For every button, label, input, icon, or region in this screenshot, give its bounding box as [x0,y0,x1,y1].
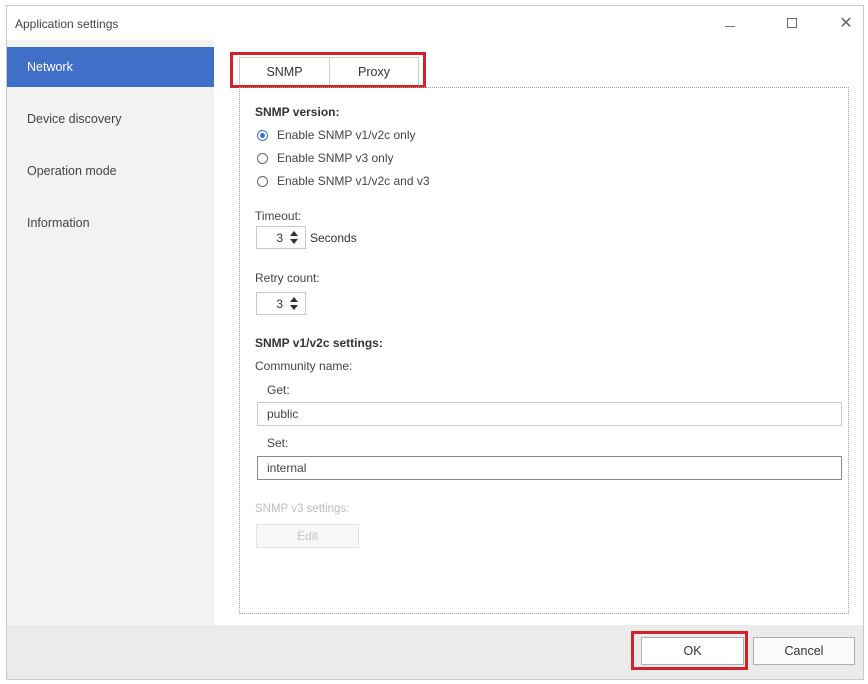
sidebar-item-information[interactable]: Information [7,203,214,243]
ok-highlight-box [631,631,748,670]
stepper-arrows-icon[interactable] [287,228,301,248]
radio-unchecked-icon [257,152,268,164]
timeout-value: 3 [276,230,283,245]
stepper-arrows-icon[interactable] [287,294,301,314]
sidebar-item-operation-mode[interactable]: Operation mode [7,151,214,191]
content-area: SNMP Proxy SNMP version: Enable SNMP v1/… [214,40,863,625]
timeout-stepper[interactable]: 3 [256,226,306,249]
radio-unchecked-icon [257,175,268,187]
radio-checked-icon [257,129,268,141]
radio-label: Enable SNMP v1/v2c and v3 [277,174,430,188]
window-title: Application settings [15,17,119,31]
set-label: Set: [267,436,289,450]
minimize-button[interactable] [717,12,743,34]
radio-snmp-v1v2c-and-v3[interactable]: Enable SNMP v1/v2c and v3 [257,174,430,188]
minimize-icon [725,25,735,27]
sidebar: Network Device discovery Operation mode … [7,40,214,625]
sidebar-item-device-discovery[interactable]: Device discovery [7,99,214,139]
timeout-unit: Seconds [310,231,357,245]
close-button[interactable]: ✕ [833,12,859,34]
snmp-version-title: SNMP version: [255,105,340,119]
sidebar-item-network[interactable]: Network [7,47,214,87]
set-community-input[interactable]: internal [257,456,842,480]
radio-snmp-v3-only[interactable]: Enable SNMP v3 only [257,151,394,165]
snmp-v1v2c-settings-title: SNMP v1/v2c settings: [255,336,383,350]
cancel-button[interactable]: Cancel [753,637,855,665]
retry-count-stepper[interactable]: 3 [256,292,306,315]
radio-label: Enable SNMP v3 only [277,151,394,165]
retry-count-value: 3 [276,296,283,311]
timeout-label: Timeout: [255,209,302,223]
retry-count-label: Retry count: [255,271,320,285]
maximize-button[interactable] [779,12,805,34]
snmp-v3-settings-title: SNMP v3 settings: [255,503,350,515]
close-icon: ✕ [839,15,853,32]
get-label: Get: [267,383,290,397]
get-community-input[interactable]: public [257,402,842,426]
settings-window: Application settings ✕ Network Device di… [6,5,864,680]
maximize-icon [787,18,797,28]
snmp-panel: SNMP version: Enable SNMP v1/v2c only En… [239,87,849,614]
edit-v3-button[interactable]: Edit [256,524,359,548]
radio-snmp-v1v2c-only[interactable]: Enable SNMP v1/v2c only [257,128,416,142]
tabs-highlight-box [230,52,426,88]
title-bar: Application settings ✕ [7,6,863,40]
footer-bar: OK Cancel [7,625,863,679]
radio-label: Enable SNMP v1/v2c only [277,128,416,142]
community-name-label: Community name: [255,359,353,373]
